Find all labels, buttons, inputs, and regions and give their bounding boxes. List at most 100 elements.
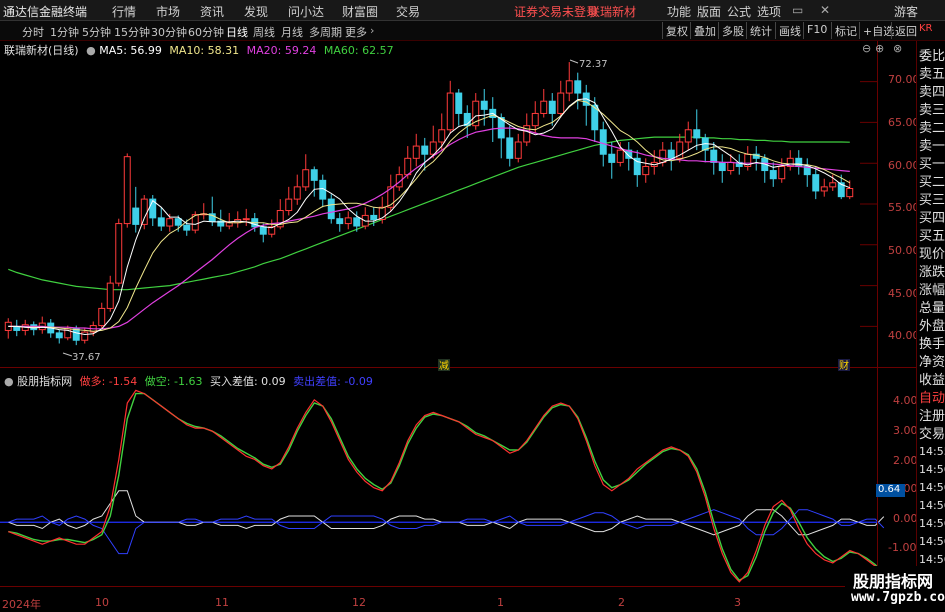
btn-back[interactable]: 返回 [891, 22, 920, 39]
tick-time: 14:56 [919, 553, 945, 566]
candle-body [81, 331, 89, 341]
candle-body [829, 182, 837, 188]
watermark-title: 股朋指标网 [853, 572, 934, 591]
candle-body [72, 328, 80, 341]
tf-30min[interactable]: 30分钟 [151, 24, 187, 40]
pane-separator [0, 367, 916, 368]
close-chart-icon[interactable]: ⊗ [893, 42, 902, 55]
menu-wealth[interactable]: 财富圈 [342, 3, 378, 20]
tf-15min[interactable]: 15分钟 [114, 24, 150, 40]
candle-body [293, 186, 301, 200]
menu-discover[interactable]: 发现 [244, 3, 268, 20]
candle-body [565, 80, 573, 94]
tf-daily[interactable]: 日线 [226, 24, 248, 40]
menu-layout[interactable]: 版面 [697, 3, 721, 20]
btn-mark[interactable]: 标记 [831, 22, 860, 39]
zoom-in-icon[interactable]: ⊕ [875, 42, 884, 55]
tick-time: 14:56 [919, 481, 945, 494]
btn-multi[interactable]: 多股 [718, 22, 747, 39]
quote-label: 涨幅 [919, 283, 945, 298]
candle-body [132, 207, 140, 225]
tf-intraday[interactable]: 分时 [22, 24, 44, 40]
close-icon[interactable]: ✕ [820, 3, 830, 17]
ind-tick: -1.00 [888, 541, 917, 554]
indicator-diff-line [8, 490, 885, 536]
candle-body [166, 218, 174, 227]
candle-body [446, 92, 454, 131]
candle-body [608, 153, 616, 163]
candle-body [285, 198, 293, 212]
ma60-label: MA60: 62.57 [323, 44, 394, 57]
tf-multi[interactable]: 多周期 [309, 24, 342, 40]
quote-label: 买三 [919, 193, 945, 208]
date-tick: 2024年 [2, 598, 41, 611]
indicator-settings-icon[interactable]: ● [4, 375, 14, 388]
ind-tick: 2.00 [893, 454, 918, 467]
menu-ask[interactable]: 问小达 [288, 3, 324, 20]
candle-body [480, 100, 488, 110]
ind-tick: 3.00 [893, 424, 918, 437]
tf-1min[interactable]: 1分钟 [50, 24, 79, 40]
btn-f10[interactable]: F10 [803, 22, 830, 39]
indicator-diff-neg-line [8, 509, 885, 555]
menu-function[interactable]: 功能 [667, 3, 691, 20]
register-link[interactable]: 注册 [919, 405, 945, 424]
candle-body [438, 129, 446, 143]
quote-label: 卖五 [919, 67, 945, 82]
zoom-out-icon[interactable]: ⊖ [862, 42, 871, 55]
candle-body [183, 224, 191, 231]
ind-tick: 4.00 [893, 394, 918, 407]
chart-area[interactable]: 72.37 37.67 减 财 [0, 41, 916, 609]
candle-body [710, 149, 718, 163]
menu-quotes[interactable]: 行情 [112, 3, 136, 20]
indicator-name[interactable]: 股朋指标网 [17, 375, 72, 388]
main-header: 联瑞新材(日线) ● MA5: 56.99 MA10: 58.31 MA20: … [4, 42, 394, 58]
minimize-icon[interactable]: ▭ [792, 3, 803, 17]
trade-link[interactable]: 交易 [919, 423, 945, 442]
settings-circle-icon[interactable]: ● [86, 44, 96, 57]
tick-time: 14:55 [919, 445, 945, 458]
candle-body [98, 307, 106, 327]
guest-label[interactable]: 游客 [894, 3, 918, 20]
menu-formula[interactable]: 公式 [727, 3, 751, 20]
axis-separator [877, 41, 878, 609]
tf-5min[interactable]: 5分钟 [82, 24, 111, 40]
btn-adjust[interactable]: 复权 [662, 22, 691, 39]
candle-body [344, 217, 352, 225]
candle-body [531, 112, 539, 127]
tf-more[interactable]: 更多 [345, 24, 367, 40]
date-tick: 3 [734, 596, 741, 609]
candle-body [548, 100, 556, 114]
candle-body [455, 92, 463, 114]
event-reduce[interactable]: 减 [439, 360, 449, 372]
auto-trade-link[interactable]: 自动 [919, 387, 945, 406]
quote-label: 现价 [919, 247, 945, 262]
tf-monthly[interactable]: 月线 [281, 24, 303, 40]
candle-body [693, 129, 701, 139]
tf-weekly[interactable]: 周线 [253, 24, 275, 40]
indicator-buy-diff: 买入差值: 0.09 [209, 375, 286, 388]
menu-market[interactable]: 市场 [156, 3, 180, 20]
high-marker-line [569, 59, 579, 64]
candle-body [599, 129, 607, 155]
tf-60min[interactable]: 60分钟 [188, 24, 224, 40]
menu-news[interactable]: 资讯 [200, 3, 224, 20]
quote-label: 委比 [919, 49, 945, 64]
event-financial[interactable]: 财 [839, 359, 849, 372]
menu-options[interactable]: 选项 [757, 3, 781, 20]
btn-stats[interactable]: 统计 [746, 22, 775, 39]
btn-overlay[interactable]: 叠加 [690, 22, 719, 39]
price-tick: 60.00 [888, 159, 920, 172]
indicator-current-badge: 0.64 [876, 484, 905, 497]
menu-trade[interactable]: 交易 [396, 3, 420, 20]
candle-body [727, 161, 735, 172]
candle-body [684, 129, 692, 143]
chevron-right-icon[interactable]: › [370, 24, 374, 37]
candle-body [404, 157, 412, 176]
btn-draw[interactable]: 画线 [775, 22, 804, 39]
indicator-short-line [8, 392, 885, 582]
candle-body [157, 217, 165, 227]
ind-tick: 0.00 [893, 512, 918, 525]
ma5-label: MA5: 56.99 [99, 44, 162, 57]
login-notice[interactable]: 证券交易未登录 [514, 3, 598, 20]
